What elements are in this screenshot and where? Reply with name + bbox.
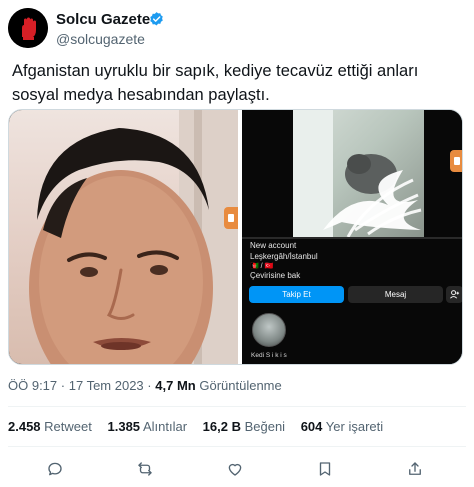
- face-photo: [29, 110, 238, 364]
- instagram-location: Leşkergâh/İstanbul: [250, 252, 318, 261]
- quotes-label: Alıntılar: [142, 419, 188, 434]
- views-count: 4,7 Mn: [155, 378, 196, 393]
- instagram-account-label: New account: [250, 241, 297, 250]
- meta-separator: ·: [60, 378, 66, 393]
- instagram-translate-link[interactable]: Çevirisine bak: [250, 271, 300, 280]
- verified-badge-icon: [150, 12, 163, 26]
- share-button[interactable]: [401, 455, 429, 483]
- bookmarks-count: 604: [300, 419, 323, 434]
- likes-count: 16,2 B: [202, 419, 241, 434]
- tweet-date[interactable]: 17 Tem 2023: [69, 378, 144, 393]
- instagram-story-highlight[interactable]: [252, 313, 286, 347]
- censored-cat-image: [293, 110, 422, 237]
- share-icon: [409, 462, 421, 475]
- tweet-media[interactable]: New account Leşkergâh/İstanbul 🇦🇫 / 🇹🇷 Ç…: [8, 109, 463, 365]
- fist-logo-icon: [8, 8, 48, 48]
- divider: [8, 446, 466, 447]
- video-frame-instagram-profile[interactable]: New account Leşkergâh/İstanbul 🇦🇫 / 🇹🇷 Ç…: [242, 110, 462, 364]
- display-name[interactable]: Solcu Gazete: [56, 11, 150, 28]
- tweet-header: Solcu Gazete @solcugazete: [8, 8, 466, 48]
- likes-label: Beğeni: [244, 419, 286, 434]
- tweet-text: Afganistan uyruklu bir sapık, kediye tec…: [12, 62, 419, 104]
- avatar[interactable]: [8, 8, 48, 48]
- meta-separator: ·: [147, 378, 152, 393]
- instagram-highlight-label: Kedi S i k i s: [251, 352, 287, 359]
- retweets-stat[interactable]: 2.458 Retweet: [8, 419, 92, 434]
- like-icon: [228, 463, 242, 476]
- tweet-time[interactable]: ÖÖ 9:17: [8, 378, 57, 393]
- handle[interactable]: @solcugazete: [56, 31, 145, 47]
- instagram-post-photo: [293, 110, 424, 237]
- instagram-message-button[interactable]: Mesaj: [348, 286, 443, 303]
- video-frame-face[interactable]: [9, 110, 238, 364]
- quotes-stat[interactable]: 1.385 Alıntılar: [108, 419, 188, 434]
- record-icon: [224, 207, 238, 229]
- tweet-actions: [0, 455, 474, 483]
- add-user-icon[interactable]: [446, 286, 462, 303]
- record-icon: [450, 150, 462, 172]
- retweet-icon: [138, 462, 152, 476]
- reply-icon: [48, 462, 62, 476]
- quotes-count: 1.385: [107, 419, 141, 434]
- views-label: Görüntülenme: [199, 378, 282, 393]
- likes-stat[interactable]: 16,2 B Beğeni: [203, 419, 285, 434]
- instagram-divider: [242, 237, 462, 239]
- bookmarks-label: Yer işareti: [325, 419, 384, 434]
- engagement-stats: 2.458 Retweet 1.385 Alıntılar 16,2 B Beğ…: [8, 419, 395, 434]
- retweets-count: 2.458: [8, 419, 41, 434]
- retweet-button[interactable]: [131, 455, 159, 483]
- retweets-label: Retweet: [44, 419, 92, 434]
- instagram-follow-button[interactable]: Takip Et: [249, 286, 344, 303]
- tweet-meta: ÖÖ 9:17 · 17 Tem 2023 · 4,7 Mn Görüntüle…: [8, 378, 282, 393]
- like-button[interactable]: [221, 455, 249, 483]
- reply-button[interactable]: [41, 455, 69, 483]
- divider: [8, 406, 466, 407]
- instagram-flags: 🇦🇫 / 🇹🇷: [250, 263, 274, 270]
- bookmarks-stat[interactable]: 604 Yer işareti: [301, 419, 383, 434]
- bookmark-button[interactable]: [311, 455, 339, 483]
- bookmark-icon: [319, 462, 331, 476]
